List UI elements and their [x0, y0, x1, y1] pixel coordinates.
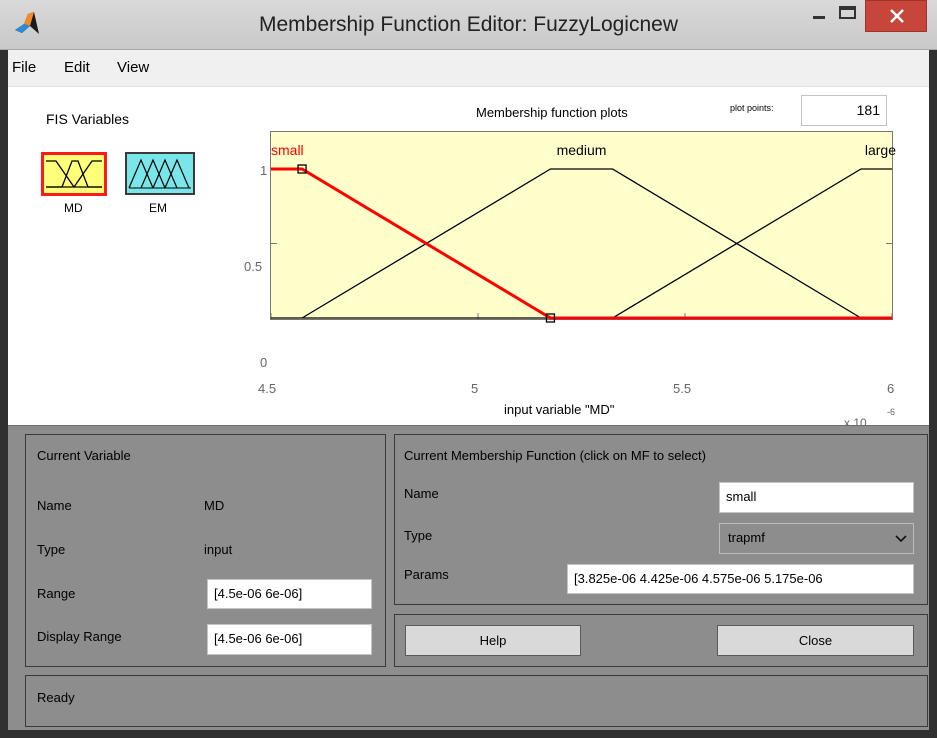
- mf-type-select[interactable]: trapmf: [719, 523, 914, 554]
- variable-type-label: Type: [37, 542, 66, 557]
- plot-points-field[interactable]: 181: [801, 95, 887, 126]
- mf-label-medium: medium: [557, 142, 607, 158]
- mf-label-large: large: [865, 142, 896, 158]
- editor-lower-area: Current Variable Name MD Type input Rang…: [8, 425, 929, 730]
- mf-thumbnail-icon: [46, 160, 102, 188]
- mf-curve-medium[interactable]: [301, 168, 862, 319]
- mf-curve-large[interactable]: [271, 168, 892, 319]
- y-tick-label: 1: [260, 163, 268, 178]
- current-mf-title: Current Membership Function (click on MF…: [404, 448, 706, 463]
- maximize-button[interactable]: [833, 0, 863, 32]
- maximize-icon: [839, 6, 856, 19]
- menu-view[interactable]: View: [117, 59, 149, 76]
- status-bar: Ready: [25, 675, 928, 727]
- mf-plot-area[interactable]: medium large small: [270, 131, 896, 323]
- range-label: Range: [37, 586, 76, 601]
- mf-type-label: Type: [404, 528, 433, 543]
- mf-type-value: trapmf: [728, 530, 765, 545]
- mf-params-label: Params: [404, 567, 449, 582]
- variable-type-value: input: [204, 542, 233, 557]
- variable-name-value: MD: [204, 498, 225, 513]
- menu-file[interactable]: File: [12, 59, 36, 76]
- fis-variables-title: FIS Variables: [46, 111, 129, 127]
- close-button[interactable]: Close: [717, 625, 914, 656]
- help-button[interactable]: Help: [405, 625, 581, 656]
- mf-name-label: Name: [404, 486, 439, 501]
- minimize-icon: [813, 16, 825, 19]
- mf-thumbnail-icon: [128, 158, 191, 189]
- x-axis-label: input variable "MD": [504, 402, 615, 417]
- display-range-field[interactable]: [4.5e-06 6e-06]: [207, 624, 372, 655]
- chevron-down-icon: [895, 535, 907, 543]
- mf-label-small: small: [271, 142, 304, 158]
- fis-variable-em[interactable]: [125, 152, 195, 195]
- close-icon: [890, 9, 904, 23]
- y-tick-label: 0.5: [244, 259, 263, 274]
- editor-upper-area: FIS Variables MD EM Membership function …: [8, 87, 929, 430]
- x-exponent-power: -6: [887, 407, 896, 417]
- y-tick-label: 0: [260, 355, 268, 370]
- mf-name-field[interactable]: small: [719, 482, 914, 513]
- divider: [8, 425, 929, 426]
- mf-plot-svg: medium large small: [270, 142, 896, 323]
- mf-curve-small[interactable]: [271, 167, 892, 320]
- x-tick-label: 6: [887, 381, 895, 396]
- display-range-label: Display Range: [37, 629, 122, 644]
- range-field[interactable]: [4.5e-06 6e-06]: [207, 579, 372, 609]
- menu-bar: File Edit View: [8, 50, 929, 87]
- close-window-button[interactable]: [865, 0, 927, 32]
- menu-edit[interactable]: Edit: [64, 59, 90, 76]
- current-variable-panel: Current Variable Name MD Type input Rang…: [25, 434, 386, 667]
- x-tick-label: 4.5: [258, 381, 277, 396]
- title-bar[interactable]: Membership Function Editor: FuzzyLogicne…: [0, 0, 937, 50]
- fis-variable-em-label: EM: [149, 201, 167, 215]
- fis-variable-md[interactable]: [41, 152, 107, 196]
- minimize-button[interactable]: [805, 0, 833, 32]
- x-tick-label: 5.5: [673, 381, 692, 396]
- current-variable-title: Current Variable: [37, 448, 131, 463]
- variable-name-label: Name: [37, 498, 72, 513]
- x-tick-label: 5: [471, 381, 479, 396]
- window-frame-bottom: [0, 730, 937, 738]
- status-text: Ready: [37, 690, 75, 705]
- current-mf-panel: Current Membership Function (click on MF…: [394, 434, 928, 605]
- window-frame-left: [0, 50, 8, 738]
- fis-variable-md-label: MD: [64, 201, 83, 215]
- plot-title: Membership function plots: [476, 105, 628, 120]
- window-title: Membership Function Editor: FuzzyLogicne…: [258, 13, 678, 36]
- mf-params-field[interactable]: [3.825e-06 4.425e-06 4.575e-06 5.175e-06: [567, 564, 914, 594]
- window-frame-right: [929, 50, 937, 738]
- plot-points-label: plot points:: [730, 103, 774, 113]
- button-panel: Help Close: [394, 614, 928, 667]
- membership-function-editor-window: Membership Function Editor: FuzzyLogicne…: [0, 0, 937, 738]
